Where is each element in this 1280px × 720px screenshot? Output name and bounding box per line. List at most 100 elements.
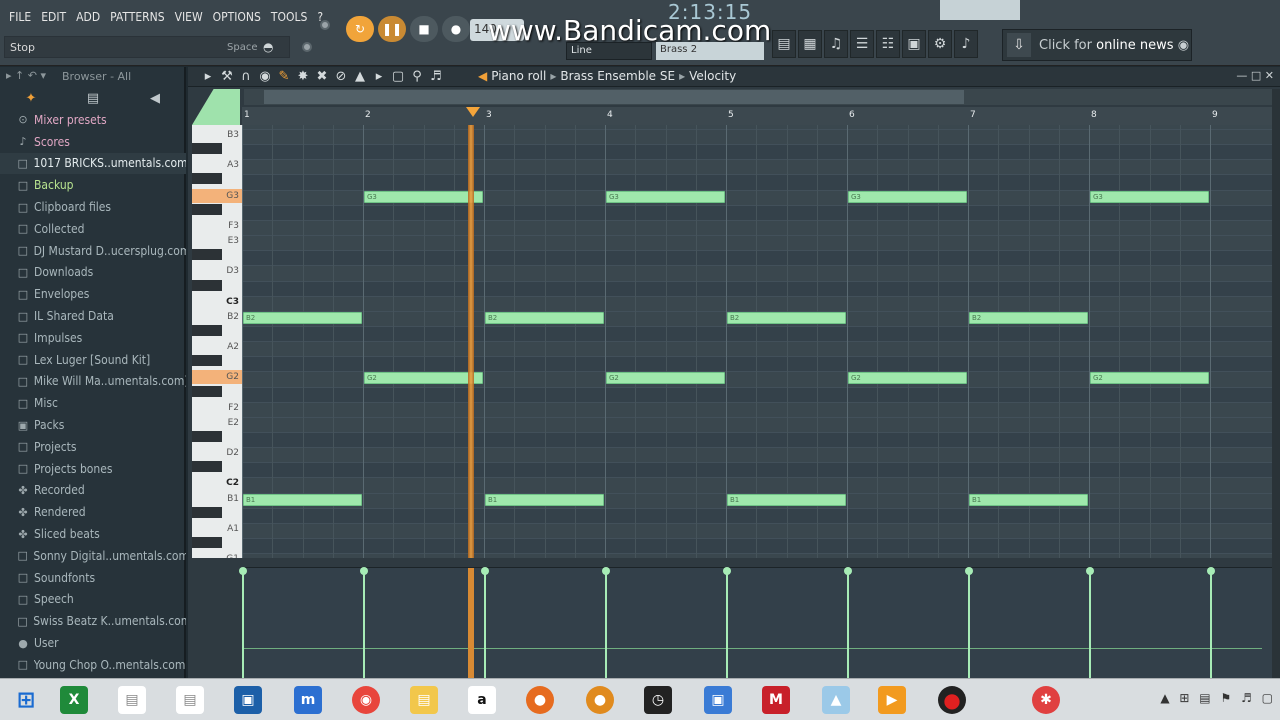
menu-edit[interactable]: EDIT xyxy=(36,10,71,24)
note[interactable]: G2 xyxy=(848,372,967,385)
browser-item[interactable]: □ DJ Mustard D..ucersplug.com xyxy=(0,240,186,262)
browser-item[interactable]: □ Mike Will Ma..umentals.com) xyxy=(0,371,186,393)
pattern-song-toggle[interactable]: ↻ xyxy=(346,16,374,42)
velocity-bar[interactable] xyxy=(723,567,731,679)
taskbar-lenovo[interactable]: ▣ xyxy=(222,681,274,719)
black-key[interactable] xyxy=(192,203,222,215)
note[interactable]: G2 xyxy=(364,372,483,385)
taskbar-mcafee[interactable]: M xyxy=(750,681,802,719)
browser-item[interactable]: ✤ Recorded xyxy=(0,480,186,502)
browser-item[interactable]: □ Envelopes xyxy=(0,283,186,305)
note[interactable]: G2 xyxy=(1090,372,1209,385)
browser-item[interactable]: □ Projects bones xyxy=(0,458,186,480)
wrench-icon[interactable]: ⚒ xyxy=(219,69,235,84)
record-button[interactable]: ● xyxy=(442,16,470,42)
note[interactable]: B2 xyxy=(243,311,362,324)
note[interactable]: G3 xyxy=(1090,190,1209,203)
taskbar-amazon[interactable]: a xyxy=(456,681,508,719)
piano-keyboard[interactable]: B3 A3 G3 F3 E3 D3 C3 B2 A2 G2 F2 E2 D2 C2 B1 A1 G1 xyxy=(192,125,242,558)
note[interactable]: B1 xyxy=(969,493,1088,506)
mixer-icon[interactable]: ☷ xyxy=(876,30,900,58)
browser-item[interactable]: ● User xyxy=(0,632,186,654)
tray-expand-icon[interactable]: ▲ xyxy=(1160,691,1172,705)
browser-item[interactable]: □ Sonny Digital..umentals.com) xyxy=(0,545,186,567)
browser-item[interactable]: □ Projects xyxy=(0,436,186,458)
black-key[interactable] xyxy=(192,324,222,336)
note[interactable]: B2 xyxy=(969,311,1088,324)
menu-file[interactable]: FILE xyxy=(4,10,36,24)
playhead-marker-icon[interactable] xyxy=(466,107,480,117)
taskbar-maxthon[interactable]: m xyxy=(282,681,334,719)
menu-arrow-icon[interactable]: ▸ xyxy=(200,69,216,84)
velocity-lane[interactable] xyxy=(239,567,1272,679)
browser-item[interactable]: □ Young Chop O..mentals.com) xyxy=(0,654,186,676)
pause-button[interactable]: ❚❚ xyxy=(378,16,406,42)
browser-item[interactable]: ⊙ Mixer presets xyxy=(0,109,186,131)
mic-icon[interactable]: ♪ xyxy=(954,30,978,58)
horizontal-scrollbar[interactable] xyxy=(244,89,1274,105)
minimize-icon[interactable]: — xyxy=(1236,69,1247,82)
browser-item[interactable]: ✤ Rendered xyxy=(0,501,186,523)
velocity-bar[interactable] xyxy=(360,567,368,679)
black-key[interactable] xyxy=(192,506,222,518)
browser-item[interactable]: ▣ Packs xyxy=(0,414,186,436)
menu-view[interactable]: VIEW xyxy=(170,10,208,24)
black-key[interactable] xyxy=(192,431,222,442)
velocity-bar[interactable] xyxy=(965,567,973,679)
speaker-icon[interactable]: ♬ xyxy=(428,69,444,84)
browser-item[interactable]: □ Collected xyxy=(0,218,186,240)
step-sequencer-icon[interactable]: ▦ xyxy=(798,30,822,58)
piano-roll-icon[interactable]: ♫ xyxy=(824,30,848,58)
browser-item[interactable]: □ 1017 BRICKS..umentals.com) xyxy=(0,152,186,175)
taskbar-clock-app[interactable]: ◷ xyxy=(632,681,684,719)
snap-select[interactable]: Line xyxy=(566,42,652,60)
volume-icon[interactable]: ♬ xyxy=(1241,691,1255,705)
note[interactable]: G2 xyxy=(606,372,725,385)
velocity-bar[interactable] xyxy=(481,567,489,679)
delete-icon[interactable]: ✖ xyxy=(314,69,330,84)
velocity-bar[interactable] xyxy=(1207,567,1215,679)
zoom-icon[interactable]: ⚲ xyxy=(409,69,425,84)
black-key[interactable] xyxy=(192,537,222,549)
note[interactable]: G3 xyxy=(364,190,483,203)
taskbar-bandicam[interactable]: ● xyxy=(926,681,978,719)
black-key[interactable] xyxy=(192,249,222,261)
black-key[interactable] xyxy=(192,173,222,185)
browser-item[interactable]: □ Speech xyxy=(0,589,186,611)
note[interactable]: B2 xyxy=(485,311,604,324)
browser-item[interactable]: □ Backup xyxy=(0,174,186,196)
online-news-panel[interactable]: ⇩ Click for online news ◉ xyxy=(1002,29,1192,61)
browser-item[interactable]: □ Soundfonts xyxy=(0,567,186,589)
taskbar-shield[interactable]: ▣ xyxy=(692,681,744,719)
vertical-scrollbar[interactable] xyxy=(1272,89,1280,678)
velocity-bar[interactable] xyxy=(1086,567,1094,679)
stop-button[interactable]: ■ xyxy=(410,16,438,42)
browser-tab-plugins-icon[interactable]: ◀ xyxy=(124,87,186,109)
magnet-icon[interactable]: ∩ xyxy=(238,69,254,84)
browser-tab-current-icon[interactable]: ▤ xyxy=(62,87,124,109)
taskbar-media[interactable]: ▶ xyxy=(866,681,918,719)
note[interactable]: B1 xyxy=(243,493,362,506)
pattern-selector[interactable]: Brass 2 xyxy=(656,42,764,60)
online-news-link[interactable]: Click for online news ◉ xyxy=(1039,38,1189,53)
scrollbar-thumb[interactable] xyxy=(264,90,964,104)
browser-item[interactable]: □ Impulses xyxy=(0,327,186,349)
taskbar-chrome[interactable]: ◉ xyxy=(340,681,392,719)
browser-item[interactable]: □ Downloads xyxy=(0,262,186,284)
note[interactable]: B1 xyxy=(485,493,604,506)
velocity-bar[interactable] xyxy=(239,567,247,679)
plugin-icon[interactable]: ⚙ xyxy=(928,30,952,58)
taskbar-firefox[interactable]: ● xyxy=(514,681,566,719)
playlist-icon[interactable]: ▤ xyxy=(772,30,796,58)
browser-item[interactable]: □ Clipboard files xyxy=(0,196,186,218)
browser-nav-icons[interactable]: ▸ ↑ ↶ ▾ xyxy=(6,69,46,82)
close-icon[interactable]: ✕ xyxy=(1265,69,1274,82)
taskbar-explorer[interactable]: ▤ xyxy=(398,681,450,719)
time-ruler[interactable]: 1 2 3 4 5 6 7 8 9 xyxy=(242,107,1272,125)
loop-record-icon[interactable]: ◉ xyxy=(257,69,273,84)
taskbar-fl-studio[interactable]: ● xyxy=(574,681,626,719)
note[interactable]: G3 xyxy=(848,190,967,203)
playhead[interactable] xyxy=(468,125,474,558)
browser-tab-all-icon[interactable]: ✦ xyxy=(0,87,62,109)
menu-patterns[interactable]: PATTERNS xyxy=(105,10,169,24)
